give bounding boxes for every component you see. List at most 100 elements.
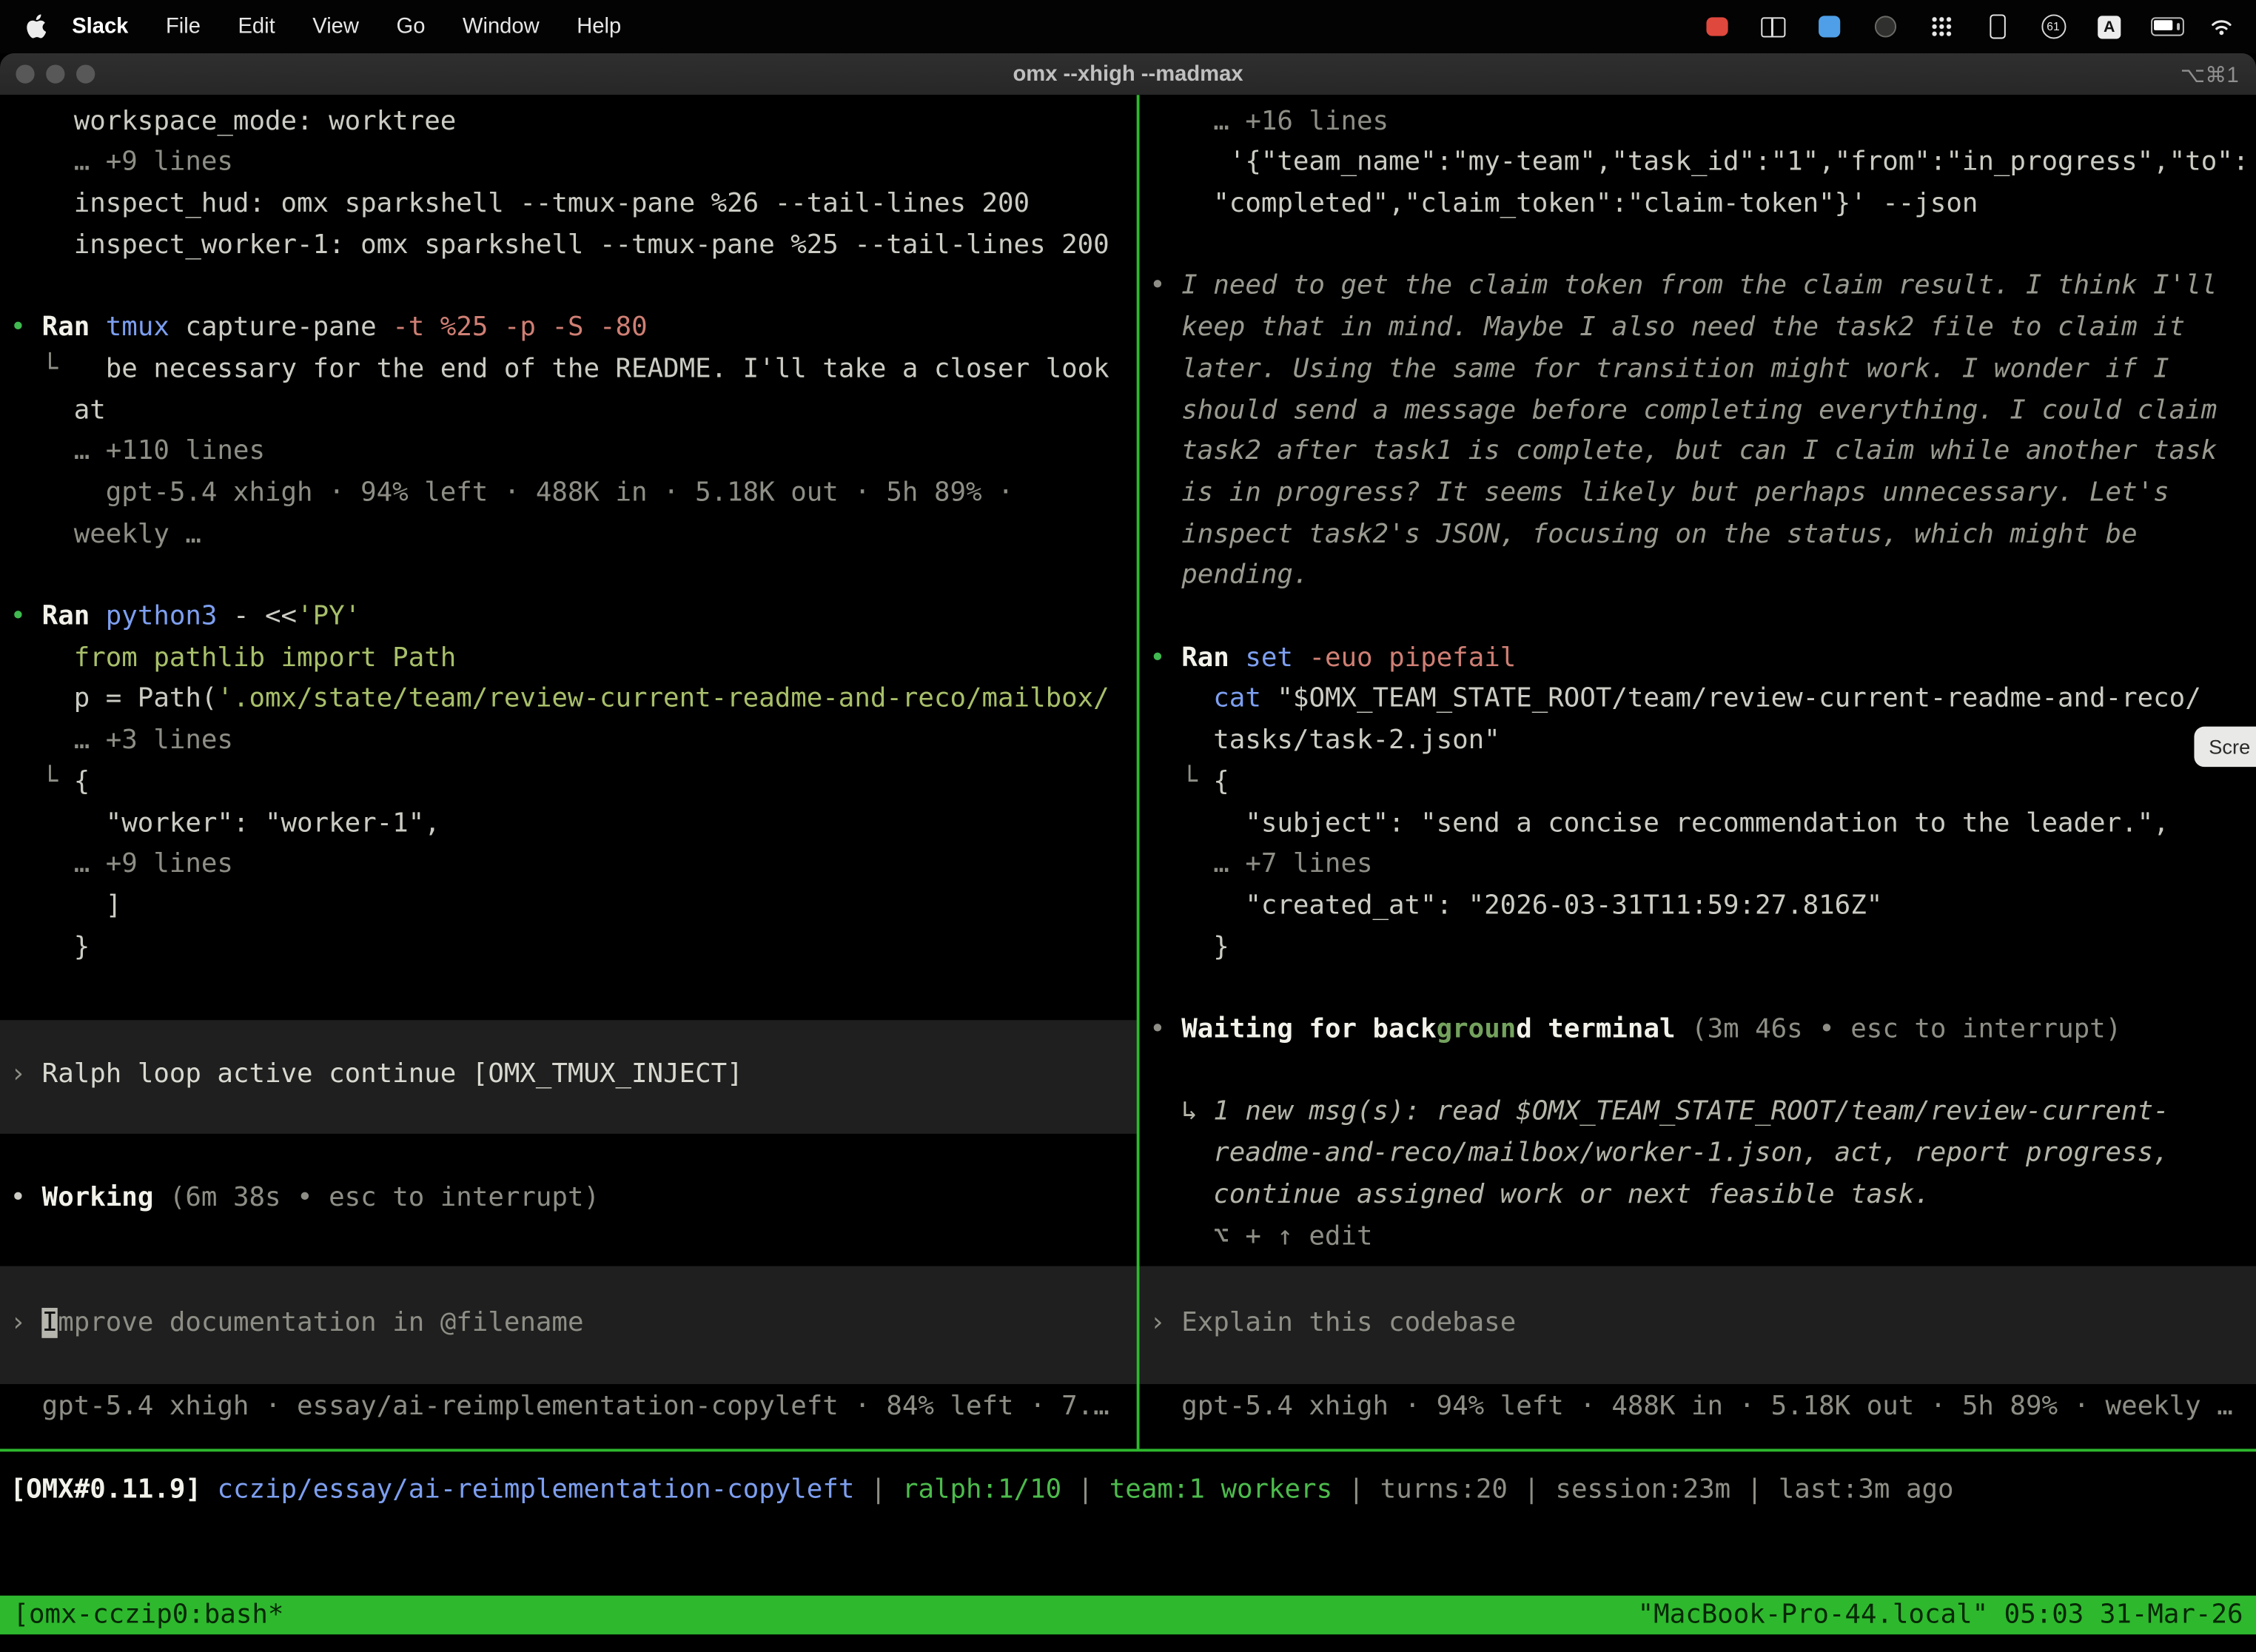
text-segment: … +7 lines [1149, 849, 1372, 879]
text-segment: | [854, 1474, 902, 1505]
text-segment: tmux [106, 312, 186, 343]
menu-view[interactable]: View [312, 14, 359, 38]
app-menu-slack[interactable]: Slack [72, 14, 128, 38]
text-segment: … +16 lines [1149, 106, 1389, 136]
text-segment: '.omx/state/team/review-current-readme-a… [217, 684, 1109, 714]
text-segment: Waiting for back [1181, 1014, 1436, 1044]
right-pane-line: inspect task2's JSON, focusing on the st… [1149, 514, 2137, 556]
dots-grid-icon[interactable] [1927, 13, 1955, 41]
right-pane-line: later. Using the same for transition mig… [1149, 349, 2169, 391]
menu-file[interactable]: File [166, 14, 201, 38]
menu-bar: Slack File Edit View Go Window Help 61 A [0, 0, 2256, 53]
right-pane-line: ↳ 1 new msg(s): read $OMX_TEAM_STATE_ROO… [1149, 1092, 2169, 1134]
cpu-gauge-icon[interactable]: 61 [2039, 13, 2068, 41]
tmux-host-clock: "MacBook-Pro-44.local" 05:03 31-Mar-26 [1638, 1600, 2243, 1631]
window-title: omx --xhigh --madmax [0, 62, 2256, 87]
model-status-line: gpt-5.4 xhigh · essay/ai-reimplementatio… [10, 1387, 1109, 1428]
blue-app-icon[interactable] [1814, 13, 1843, 41]
text-segment: inspect task2's JSON, focusing on the st… [1149, 519, 2137, 549]
text-segment: } [1149, 932, 1229, 962]
text-segment: 'PY' [297, 602, 360, 632]
close-button[interactable] [16, 64, 34, 83]
left-pane-line: workspace_mode: worktree [10, 101, 457, 143]
input-source-icon[interactable]: A [2095, 13, 2124, 41]
text-segment: be necessary for the end of the README. … [106, 354, 1109, 384]
left-pane[interactable]: › Ralph loop active continue [OMX_TMUX_I… [0, 95, 1137, 1448]
text-segment: last:3m ago [1779, 1474, 1954, 1505]
left-pane-line: • Ran tmux capture-pane -t %25 -p -S -80 [10, 308, 648, 349]
menu-window[interactable]: Window [463, 14, 540, 38]
text-segment: gpt-5.4 xhigh · 94% left · 488K in · 5.1… [10, 477, 1014, 508]
phone-mirroring-icon[interactable] [1983, 13, 2012, 41]
menu-go[interactable]: Go [397, 14, 426, 38]
text-segment: should send a message before completing … [1149, 395, 2217, 426]
text-segment: d terminal [1516, 1014, 1675, 1044]
text-segment: Ran [42, 312, 106, 343]
text-segment: turns:20 [1380, 1474, 1508, 1505]
menu-bar-status-icons: 61 A [1702, 13, 2256, 41]
left-pane-line: inspect_worker-1: omx sparkshell --tmux-… [10, 226, 1109, 267]
text-segment: Ran [1181, 642, 1245, 673]
left-pane-line: ] [10, 886, 122, 927]
zoom-button[interactable] [76, 64, 95, 83]
text-segment: └ [10, 354, 106, 384]
text-segment: ralph:1/10 [902, 1474, 1061, 1505]
text-segment: | [1730, 1474, 1779, 1505]
right-pane-line: "subject": "send a concise recommendatio… [1149, 804, 2169, 845]
right-pane-line: "created_at": "2026-03-31T11:59:27.816Z" [1149, 886, 1882, 927]
screen-recording-icon[interactable] [1702, 13, 1731, 41]
text-segment: ⌥ + ↑ edit [1149, 1220, 1372, 1251]
text-segment: -t %25 -p -S -80 [392, 312, 647, 343]
text-segment: python3 [106, 602, 233, 632]
text-segment: Ran [42, 602, 106, 632]
window-titlebar[interactable]: omx --xhigh --madmax ⌥⌘1 [0, 53, 2256, 96]
screen: Slack File Edit View Go Window Help 61 A [0, 0, 2256, 1652]
composer-input[interactable]: › Explain this codebase [1140, 1266, 2256, 1384]
battery-icon[interactable] [2151, 13, 2180, 41]
queued-message-bar[interactable]: › Ralph loop active continue [OMX_TMUX_I… [0, 1020, 1137, 1134]
text-segment: set [1245, 642, 1309, 673]
left-pane-line: └ be necessary for the end of the README… [10, 349, 1109, 391]
left-pane-line: "worker": "worker-1", [10, 804, 440, 845]
text-segment: • [1149, 1014, 1181, 1044]
screen-share-tooltip[interactable]: Scre [2195, 727, 2256, 767]
left-pane-line: inspect_hud: omx sparkshell --tmux-pane … [10, 184, 1030, 226]
menu-edit[interactable]: Edit [238, 14, 275, 38]
text-segment: | [1508, 1474, 1556, 1505]
text-segment: "worker": "worker-1", [10, 807, 440, 838]
text-segment: • [10, 312, 42, 343]
text-segment: -euo pipefail [1309, 642, 1516, 673]
text-segment: { [74, 767, 90, 797]
right-pane-line: … +7 lines [1149, 845, 1372, 886]
right-pane-line: • I need to get the claim token from the… [1149, 266, 2217, 308]
apple-menu-icon[interactable] [26, 14, 46, 38]
text-segment: capture-pane [185, 312, 392, 343]
text-segment: └ [1149, 767, 1213, 797]
left-pane-line: at [10, 391, 106, 432]
window-manager-icon[interactable] [1758, 13, 1787, 41]
right-pane-line: cat "$OMX_TEAM_STATE_ROOT/team/review-cu… [1149, 679, 2201, 721]
text-segment [10, 642, 74, 673]
left-pane-line: … +9 lines [10, 143, 233, 184]
tmux-session-label: [omx-cczip0:bash* [13, 1600, 283, 1631]
right-pane-line: should send a message before completing … [1149, 391, 2217, 432]
left-pane-line: … +110 lines [10, 432, 265, 474]
right-pane-line: task2 after task1 is complete, but can I… [1149, 432, 2217, 474]
minimize-button[interactable] [46, 64, 64, 83]
composer-placeholder: › Improve documentation in @filename [10, 1303, 584, 1345]
right-pane[interactable]: › Explain this codebase gpt-5.4 xhigh · … [1140, 95, 2256, 1448]
chevron-icon: › [10, 1059, 42, 1089]
text-segment: "created_at": "2026-03-31T11:59:27.816Z" [1149, 890, 1882, 921]
wifi-icon[interactable] [2207, 13, 2236, 41]
text-segment: task2 after task1 is complete, but can I… [1149, 436, 2217, 466]
composer-input[interactable]: › Improve documentation in @filename [0, 1266, 1137, 1384]
left-pane-line: • Ran python3 - <<'PY' [10, 597, 361, 639]
left-pane-line: └ { [10, 762, 90, 804]
dark-app-icon[interactable] [1870, 13, 1899, 41]
terminal-content[interactable]: › Ralph loop active continue [OMX_TMUX_I… [0, 95, 2256, 1651]
right-pane-line: keep that in mind. Maybe I also need the… [1149, 308, 2185, 349]
text-segment: "$OMX_TEAM_STATE_ROOT/team/review-curren… [1277, 684, 2200, 714]
right-pane-line: … +16 lines [1149, 101, 1389, 143]
left-pane-line: from pathlib import Path [10, 638, 457, 679]
menu-help[interactable]: Help [577, 14, 621, 38]
